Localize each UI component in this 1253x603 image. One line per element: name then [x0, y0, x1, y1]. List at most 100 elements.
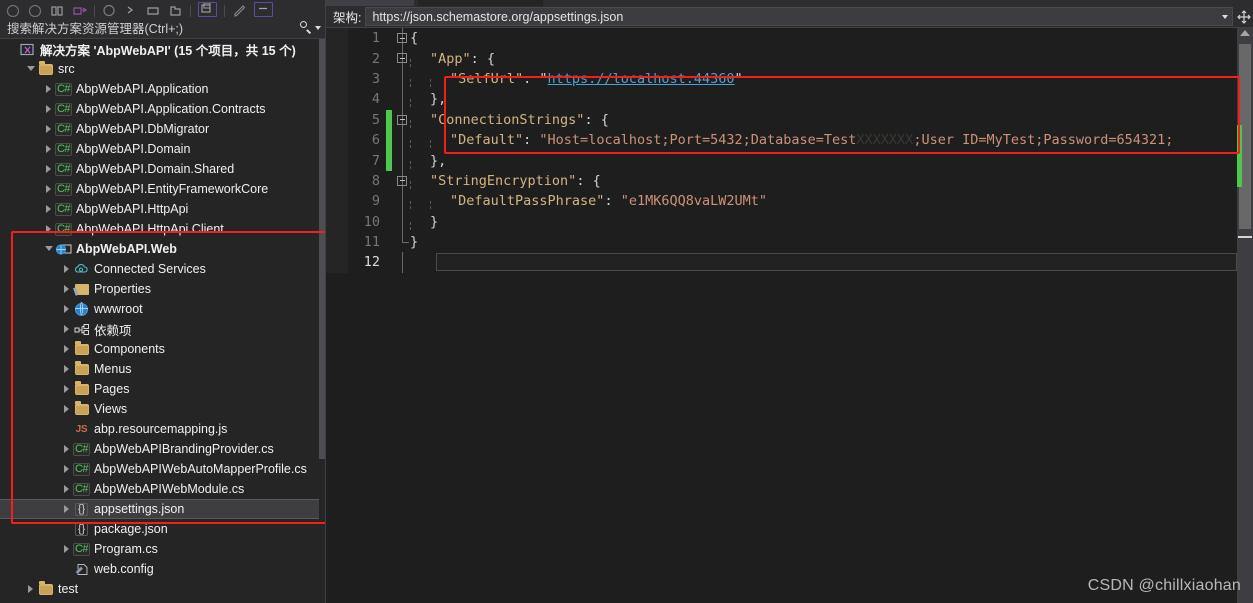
- selection-gutter[interactable]: [326, 28, 348, 49]
- code-line[interactable]: 11}: [326, 231, 1253, 253]
- chevron-down-icon[interactable]: [315, 25, 321, 30]
- chevron-right-icon[interactable]: [60, 265, 73, 273]
- fold-column[interactable]: [395, 109, 410, 130]
- properties-window-icon[interactable]: [198, 2, 217, 17]
- selection-gutter[interactable]: [326, 48, 348, 69]
- selection-gutter[interactable]: [326, 89, 348, 110]
- code-text[interactable]: "StringEncryption": {: [410, 173, 1253, 189]
- selection-gutter[interactable]: [326, 150, 348, 171]
- code-line[interactable]: 5 "ConnectionStrings": {: [326, 109, 1253, 130]
- fold-column[interactable]: [395, 150, 410, 171]
- chevron-down-icon[interactable]: [24, 64, 37, 75]
- fold-column[interactable]: [395, 89, 410, 110]
- collapse-region-icon[interactable]: [397, 175, 407, 186]
- search-icon[interactable]: [299, 21, 312, 34]
- chevron-right-icon[interactable]: [42, 165, 55, 173]
- chevron-right-icon[interactable]: [42, 125, 55, 133]
- editor-tab-inactive[interactable]: [418, 0, 543, 6]
- chevron-right-icon[interactable]: [60, 405, 73, 413]
- code-content[interactable]: 1{2 "App": {3 "SelfUrl": "https://localhos…: [326, 28, 1253, 603]
- tree-item[interactable]: C# AbpWebAPI.HttpApi.Client: [0, 219, 325, 239]
- chevron-right-icon[interactable]: [42, 145, 55, 153]
- tree-item[interactable]: JS abp.resourcemapping.js: [0, 419, 325, 439]
- selection-gutter[interactable]: [326, 252, 348, 273]
- selection-gutter[interactable]: [326, 231, 348, 253]
- fold-column[interactable]: [395, 191, 410, 212]
- home-icon[interactable]: [50, 4, 65, 17]
- code-text[interactable]: }: [410, 234, 1253, 250]
- tree-item[interactable]: 依赖项: [0, 319, 325, 339]
- code-line[interactable]: 8 "StringEncryption": {: [326, 170, 1253, 192]
- tree-item[interactable]: C# AbpWebAPI.DbMigrator: [0, 119, 325, 139]
- tree-item[interactable]: AbpWebAPI.Web: [0, 239, 325, 259]
- selection-gutter[interactable]: [326, 191, 348, 212]
- chevron-right-icon[interactable]: [24, 585, 37, 593]
- tree-item[interactable]: src: [0, 59, 325, 79]
- tree-item[interactable]: Components: [0, 339, 325, 359]
- tree-item[interactable]: C# AbpWebAPI.EntityFrameworkCore: [0, 179, 325, 199]
- collapse-region-icon[interactable]: [397, 114, 407, 125]
- chevron-right-icon[interactable]: [42, 225, 55, 233]
- tree-item[interactable]: Views: [0, 399, 325, 419]
- tree-item[interactable]: Pages: [0, 379, 325, 399]
- sync-with-active-document-icon[interactable]: [72, 4, 87, 17]
- scroll-up-arrow-icon[interactable]: [1240, 30, 1250, 36]
- code-line[interactable]: 4},: [326, 89, 1253, 110]
- solution-tree-scrollbar-thumb[interactable]: [319, 39, 325, 459]
- solution-explorer-search[interactable]: 搜索解决方案资源管理器(Ctrl+;): [0, 17, 325, 39]
- search-input[interactable]: 搜索解决方案资源管理器(Ctrl+;): [7, 18, 299, 37]
- selection-gutter[interactable]: [326, 109, 348, 130]
- code-text[interactable]: "Default": "Host=localhost;Port=5432;Dat…: [410, 132, 1253, 149]
- tree-item[interactable]: C# Program.cs: [0, 539, 325, 559]
- chevron-down-icon[interactable]: [42, 244, 55, 255]
- code-line[interactable]: 2 "App": {: [326, 48, 1253, 69]
- fold-column[interactable]: [395, 170, 410, 192]
- code-line[interactable]: 9 "DefaultPassPhrase": "e1MK6QQ8vaLW2UMt": [326, 191, 1253, 212]
- code-line[interactable]: 6 "Default": "Host=localhost;Port=5432;Da…: [326, 129, 1253, 151]
- collapse-region-icon[interactable]: [397, 53, 407, 64]
- chevron-right-icon[interactable]: [60, 325, 73, 333]
- tree-item[interactable]: C# AbpWebAPIBrandingProvider.cs: [0, 439, 325, 459]
- tree-item[interactable]: C# AbpWebAPI.Application: [0, 79, 325, 99]
- split-view-icon[interactable]: [1235, 9, 1253, 24]
- chevron-right-icon[interactable]: [42, 85, 55, 93]
- tree-item[interactable]: C# AbpWebAPIWebModule.cs: [0, 479, 325, 499]
- tree-item[interactable]: Properties: [0, 279, 325, 299]
- fold-column[interactable]: [395, 211, 410, 232]
- selection-gutter[interactable]: [326, 129, 348, 151]
- tree-item[interactable]: Menus: [0, 359, 325, 379]
- chevron-down-icon[interactable]: [1222, 14, 1228, 19]
- chevron-right-icon[interactable]: [60, 505, 73, 513]
- code-line[interactable]: 10}: [326, 211, 1253, 232]
- fold-column[interactable]: [395, 231, 410, 252]
- new-folder-icon[interactable]: [168, 4, 183, 17]
- fold-column[interactable]: [395, 252, 410, 273]
- fold-column[interactable]: [395, 129, 410, 151]
- chevron-right-icon[interactable]: [60, 365, 73, 373]
- forward-arrow-icon[interactable]: [28, 4, 43, 17]
- code-text[interactable]: "SelfUrl": "https://localhost:44360": [410, 71, 1253, 87]
- tree-item[interactable]: Connected Services: [0, 259, 325, 279]
- pending-changes-icon[interactable]: [254, 2, 273, 17]
- selection-gutter[interactable]: [326, 170, 348, 192]
- code-text[interactable]: },: [410, 153, 1253, 169]
- code-line[interactable]: 7},: [326, 150, 1253, 171]
- chevron-right-icon[interactable]: [60, 545, 73, 553]
- code-line[interactable]: 1{: [326, 28, 1253, 49]
- solution-tree-scrollbar[interactable]: [319, 39, 325, 603]
- chevron-right-icon[interactable]: [60, 305, 73, 313]
- preview-selected-items-icon[interactable]: [232, 4, 247, 17]
- code-text[interactable]: "DefaultPassPhrase": "e1MK6QQ8vaLW2UMt": [410, 193, 1253, 210]
- chevron-right-icon[interactable]: [60, 385, 73, 393]
- code-text[interactable]: },: [410, 91, 1253, 108]
- code-line[interactable]: 12: [326, 252, 1253, 273]
- chevron-right-icon[interactable]: [60, 465, 73, 473]
- back-arrow-icon[interactable]: [6, 4, 21, 17]
- code-text[interactable]: "App": {: [410, 51, 1253, 67]
- solution-tree[interactable]: 解决方案 'AbpWebAPI' (15 个项目，共 15 个) src C# Abp…: [0, 39, 325, 603]
- fold-column[interactable]: [395, 68, 410, 90]
- selection-gutter[interactable]: [326, 68, 348, 90]
- refresh-icon[interactable]: [102, 4, 117, 17]
- tree-item[interactable]: C# AbpWebAPI.Domain.Shared: [0, 159, 325, 179]
- collapse-all-icon[interactable]: [124, 4, 139, 17]
